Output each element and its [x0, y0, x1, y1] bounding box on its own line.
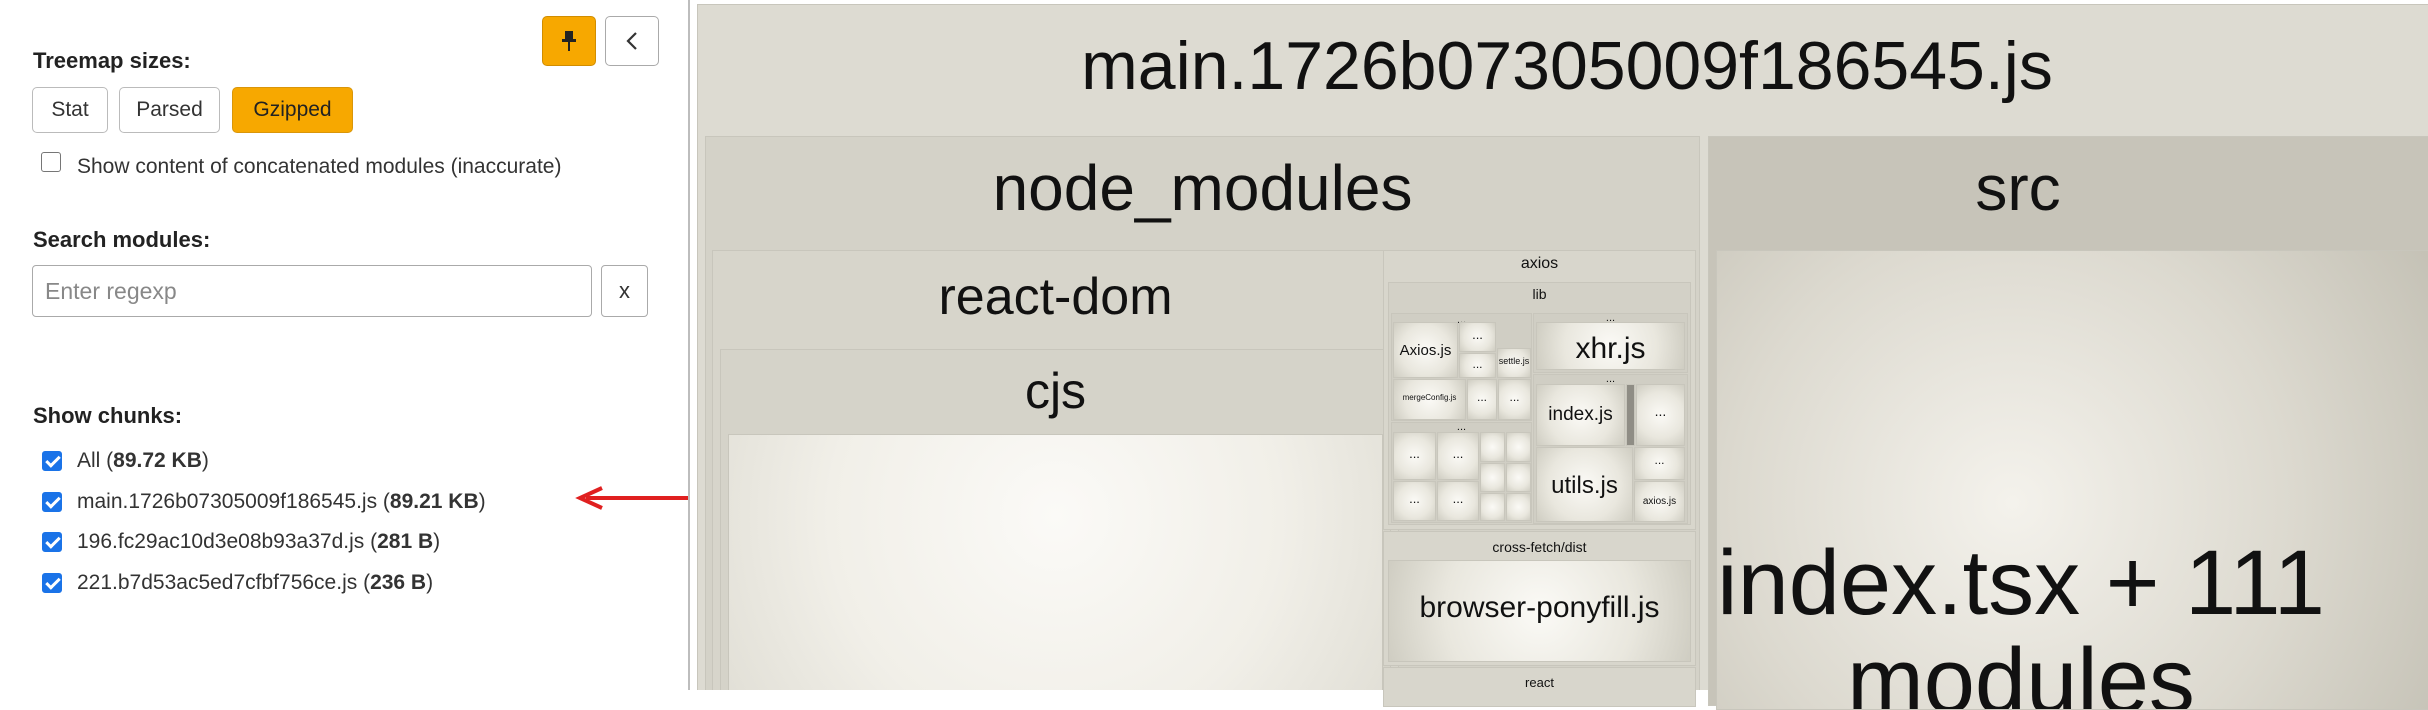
leaf-b-label: ... [1472, 357, 1483, 371]
leaf-e-label: ... [1409, 446, 1420, 461]
chevron-left-icon [626, 32, 637, 50]
concat-modules-label: Show content of concatenated modules (in… [77, 155, 562, 178]
root-chunk-title: main.1726b07305009f186545.js [1081, 28, 2053, 104]
leaf-c-label: ... [1476, 390, 1487, 404]
treemap-leaf-h[interactable]: ... [1437, 481, 1479, 521]
index-tsx-modules-label: modules [1847, 630, 2195, 710]
treemap-leaf-b[interactable]: ... [1459, 353, 1496, 378]
size-parsed-button[interactable]: Parsed [119, 87, 220, 133]
cross-fetch-title: cross-fetch/dist [1492, 539, 1587, 555]
treemap-react[interactable]: react [1383, 667, 1696, 707]
treemap-leaf-c[interactable]: ... [1467, 379, 1497, 420]
treemap-leaf-o[interactable]: ... [1636, 384, 1685, 446]
leaf-d-label: ... [1509, 390, 1520, 404]
treemap-leaf-n[interactable] [1506, 493, 1531, 521]
search-input[interactable] [32, 265, 592, 317]
show-chunks-label: Show chunks: [33, 403, 183, 428]
merge-config-label: mergeConfig.js [1402, 393, 1457, 402]
chunk-checkbox-221[interactable] [42, 573, 62, 593]
chunk-label-main: main.1726b07305009f186545.js (89.21 KB) [77, 490, 486, 513]
pin-icon [562, 31, 576, 51]
node-modules-title: node_modules [992, 152, 1413, 224]
sidebar: Treemap sizes: Stat Parsed Gzipped Show … [0, 0, 688, 690]
leaf-p-label: ... [1654, 453, 1665, 467]
treemap-leaf-g[interactable]: ... [1393, 481, 1436, 521]
chunk-checkbox-main[interactable] [42, 492, 62, 512]
cjs-title: cjs [1024, 363, 1087, 419]
pin-button[interactable] [542, 16, 596, 66]
collapse-sidebar-button[interactable] [605, 16, 659, 66]
src-title: src [1975, 152, 2061, 224]
treemap-index-tsx[interactable]: index.tsx + 111 modules [1716, 250, 2428, 710]
treemap-merge-config[interactable]: mergeConfig.js [1393, 379, 1466, 420]
treemap-axios-js-small[interactable]: axios.js [1634, 481, 1685, 522]
axios-small-label: axios.js [1642, 496, 1677, 507]
clear-search-button[interactable]: x [601, 265, 648, 317]
react-title: react [1525, 675, 1554, 690]
treemap-leaf-m[interactable] [1480, 493, 1505, 521]
size-stat-button[interactable]: Stat [32, 87, 108, 133]
concat-modules-checkbox[interactable] [41, 152, 61, 172]
treemap-leaf-l[interactable] [1506, 463, 1531, 492]
size-gzipped-button[interactable]: Gzipped [232, 87, 353, 133]
search-modules-label: Search modules: [33, 227, 211, 252]
annotation-arrow-icon [575, 486, 688, 510]
react-dom-title: react-dom [938, 268, 1173, 326]
treemap-xhr-js[interactable]: xhr.js [1536, 322, 1685, 370]
index-js-label: index.js [1548, 404, 1613, 425]
treemap-leaf-e[interactable]: ... [1393, 432, 1436, 480]
treemap-leaf-f[interactable]: ... [1437, 432, 1479, 480]
treemap-settle-js[interactable]: settle.js [1497, 348, 1531, 378]
treemap-leaf-j[interactable] [1506, 432, 1531, 462]
ponyfill-label: browser-ponyfill.js [1419, 591, 1660, 624]
leaf-a-label: ... [1472, 327, 1483, 342]
treemap-leaf-p[interactable]: ... [1634, 447, 1685, 480]
chunk-checkbox-all[interactable] [42, 451, 62, 471]
settle-label: settle.js [1498, 356, 1530, 366]
treemap-browser-ponyfill[interactable]: browser-ponyfill.js [1388, 560, 1691, 662]
treemap-sizes-label: Treemap sizes: [33, 48, 191, 73]
leaf-o-label: ... [1654, 403, 1667, 419]
chunk-label-all: All (89.72 KB) [77, 449, 209, 472]
treemap-leaf-i[interactable] [1480, 432, 1505, 462]
axios-title: axios [1520, 255, 1559, 272]
leaf-h-label: ... [1452, 491, 1464, 506]
treemap-index-js[interactable]: index.js [1536, 384, 1625, 446]
utils-js-label: utils.js [1551, 472, 1618, 499]
treemap-sliver[interactable] [1626, 384, 1635, 446]
treemap-react-dom-module[interactable] [728, 434, 1383, 690]
leaf-g-label: ... [1409, 491, 1420, 506]
leaf-f-label: ... [1452, 446, 1464, 461]
chunk-checkbox-196[interactable] [42, 532, 62, 552]
treemap-utils-js[interactable]: utils.js [1536, 447, 1633, 522]
treemap-leaf-a[interactable]: ... [1459, 322, 1496, 352]
index-tsx-label: index.tsx + 111 [1717, 532, 2325, 634]
axios-js-label: Axios.js [1399, 342, 1452, 359]
xhr-js-label: xhr.js [1575, 332, 1646, 365]
chunk-label-196: 196.fc29ac10d3e08b93a37d.js (281 B) [77, 530, 441, 553]
treemap-leaf-d[interactable]: ... [1498, 379, 1531, 420]
lib-title: lib [1532, 286, 1547, 302]
chunk-label-221: 221.b7d53ac5ed7cfbf756ce.js (236 B) [77, 571, 434, 594]
treemap-leaf-k[interactable] [1480, 463, 1505, 492]
treemap-axios-js[interactable]: Axios.js [1393, 322, 1458, 378]
